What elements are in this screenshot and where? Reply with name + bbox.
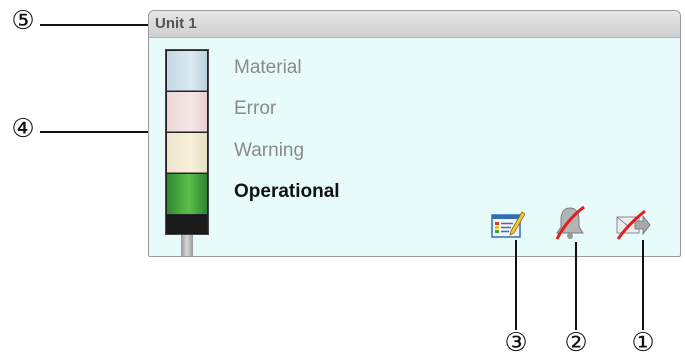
callout-5: ⑤	[11, 6, 35, 36]
warning-lamp	[167, 133, 207, 173]
callout-3: ③	[504, 328, 528, 358]
material-label: Material	[234, 57, 302, 78]
mail-forward-disabled-icon[interactable]	[615, 209, 651, 241]
callout-5-leader	[40, 24, 149, 26]
callout-1-leader	[642, 240, 644, 330]
operational-lamp	[167, 174, 207, 214]
callout-2: ②	[564, 328, 588, 358]
signal-light-tower	[165, 49, 209, 235]
error-lamp	[167, 92, 207, 132]
tower-base	[167, 215, 207, 234]
operational-label: Operational	[234, 181, 340, 202]
callout-3-leader	[515, 240, 517, 330]
error-label: Error	[234, 98, 277, 119]
warning-label: Warning	[234, 140, 305, 161]
callout-1: ①	[631, 328, 655, 358]
callout-4: ④	[11, 114, 35, 144]
bell-disabled-icon[interactable]	[553, 205, 587, 240]
material-lamp	[167, 51, 207, 91]
callout-2-leader	[575, 242, 577, 330]
unit-title: Unit 1	[149, 11, 680, 38]
unit-panel: Unit 1 Material Error Warning Operationa…	[148, 10, 681, 257]
tower-pole	[181, 235, 193, 256]
edit-report-icon[interactable]	[491, 209, 526, 241]
